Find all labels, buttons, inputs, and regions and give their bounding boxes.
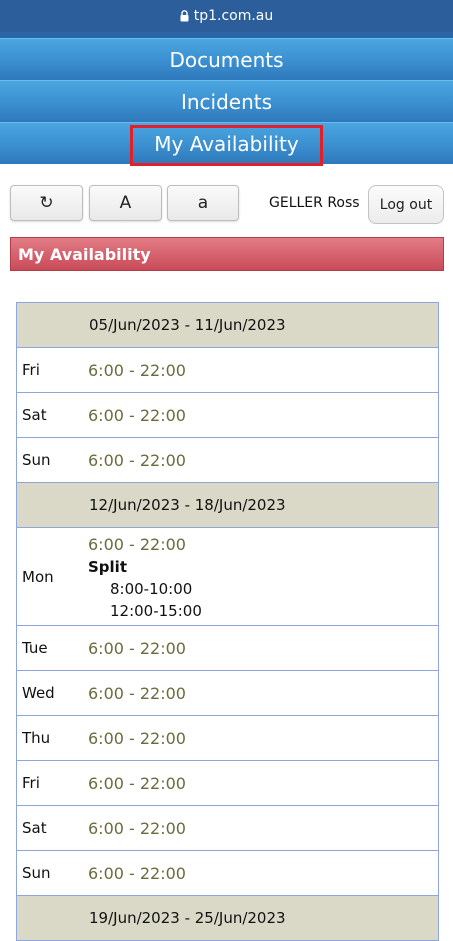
day-name: Tue [16, 625, 88, 671]
day-name: Sun [16, 850, 88, 896]
day-name: Sun [16, 437, 88, 483]
time-range: 6:00 - 22:00 [88, 437, 439, 483]
time-range: 6:00 - 22:00 [88, 760, 439, 806]
availability-table: 05/Jun/2023 - 11/Jun/2023 Fri 6:00 - 22:… [16, 302, 439, 941]
day-name: Wed [16, 670, 88, 716]
week-header-row: 05/Jun/2023 - 11/Jun/2023 [16, 302, 439, 348]
time-range: 6:00 - 22:00 [88, 805, 439, 851]
nav-item-incidents[interactable]: Incidents [0, 80, 453, 122]
toolbar: ↻ A a GELLER Ross Log out [0, 164, 453, 240]
week-range: 12/Jun/2023 - 18/Jun/2023 [89, 496, 286, 514]
split-slot: 12:00-15:00 [110, 601, 202, 620]
refresh-button[interactable]: ↻ [10, 185, 83, 221]
browser-url-text: tp1.com.au [193, 8, 274, 24]
week-header-row: 19/Jun/2023 - 25/Jun/2023 [16, 895, 439, 941]
nav-item-documents[interactable]: Documents [0, 38, 453, 80]
user-name: GELLER Ross [269, 195, 360, 211]
table-row: Sat 6:00 - 22:00 [16, 805, 439, 851]
table-row: Wed 6:00 - 22:00 [16, 670, 439, 716]
split-label: Split [88, 557, 127, 576]
day-name: Fri [16, 760, 88, 806]
time-range: 6:00 - 22:00 [88, 670, 439, 716]
logout-button[interactable]: Log out [368, 185, 444, 224]
browser-url-bar[interactable]: tp1.com.au [0, 0, 453, 32]
day-name: Thu [16, 715, 88, 761]
nav-item-label: Incidents [180, 89, 273, 114]
time-range: 6:00 - 22:00 [88, 625, 439, 671]
table-row: Fri 6:00 - 22:00 [16, 760, 439, 806]
week-range: 19/Jun/2023 - 25/Jun/2023 [89, 909, 286, 927]
table-row: Sun 6:00 - 22:00 [16, 850, 439, 896]
nav-item-my-availability[interactable]: My Availability [0, 122, 453, 166]
week-range: 05/Jun/2023 - 11/Jun/2023 [89, 316, 286, 334]
time-range: 6:00 - 22:00 [88, 392, 439, 438]
time-range: 6:00 - 22:00 [88, 347, 439, 393]
table-row: Fri 6:00 - 22:00 [16, 347, 439, 393]
table-row: Mon 6:00 - 22:00 Split 8:00-10:00 12:00-… [16, 527, 439, 626]
week-header-row: 12/Jun/2023 - 18/Jun/2023 [16, 482, 439, 528]
table-row: Sun 6:00 - 22:00 [16, 437, 439, 483]
table-row: Sat 6:00 - 22:00 [16, 392, 439, 438]
main-nav: Documents Incidents My Availability [0, 38, 453, 166]
day-name: Sat [16, 805, 88, 851]
section-title: My Availability [10, 237, 444, 271]
font-smaller-button[interactable]: a [167, 185, 239, 221]
lock-icon [180, 10, 189, 22]
day-name: Sat [16, 392, 88, 438]
time-range: 6:00 - 22:00 [88, 534, 186, 554]
table-row: Thu 6:00 - 22:00 [16, 715, 439, 761]
split-slot: 8:00-10:00 [110, 579, 193, 598]
time-range: 6:00 - 22:00 [88, 715, 439, 761]
time-range: 6:00 - 22:00 [88, 850, 439, 896]
day-name: Mon [16, 527, 88, 626]
nav-item-label: Documents [169, 47, 284, 72]
table-row: Tue 6:00 - 22:00 [16, 625, 439, 671]
refresh-icon: ↻ [39, 193, 54, 213]
day-name: Fri [16, 347, 88, 393]
nav-item-label: My Availability [154, 131, 299, 156]
font-larger-button[interactable]: A [89, 185, 162, 221]
